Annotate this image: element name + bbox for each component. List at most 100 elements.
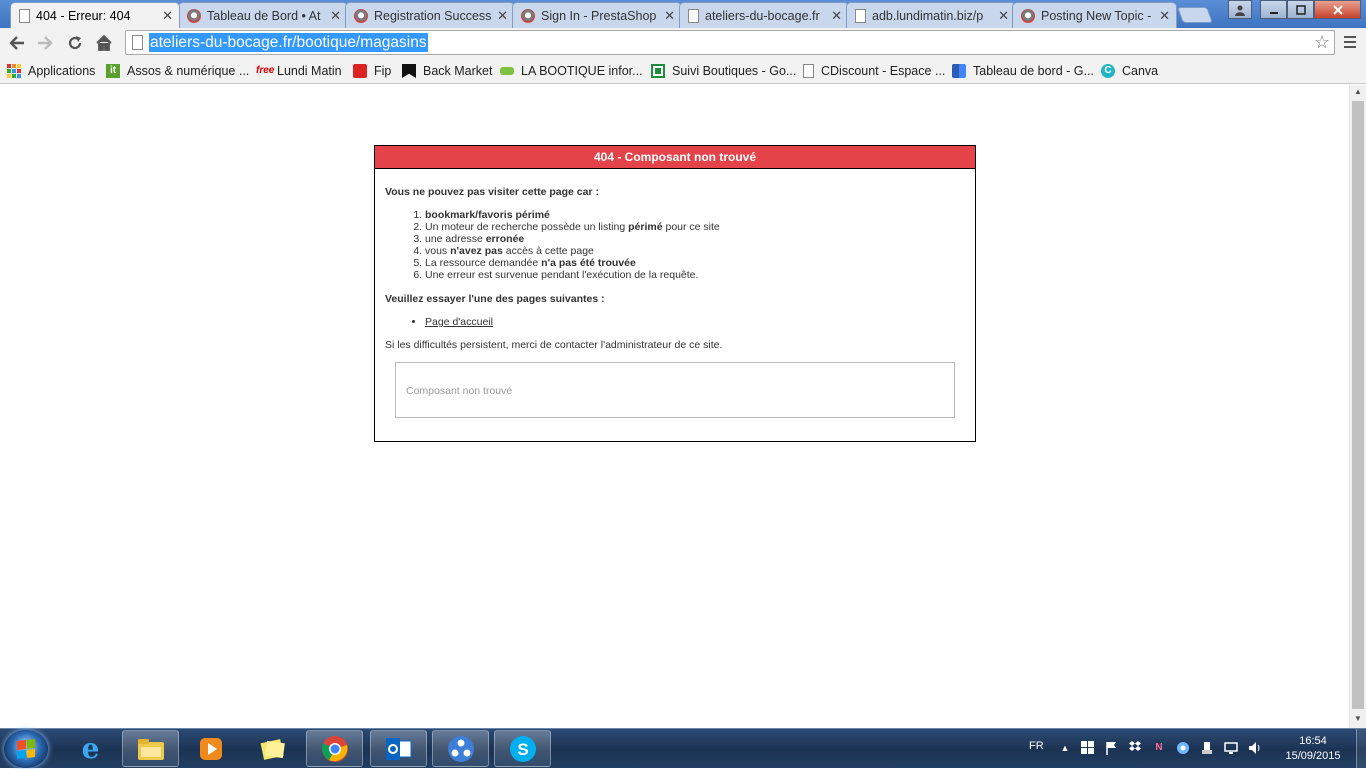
url-text[interactable]: ateliers-du-bocage.fr/bootique/magasins bbox=[149, 33, 428, 52]
bookmark-label: CDiscount - Espace ... bbox=[821, 64, 946, 78]
tab-active[interactable]: 404 - Erreur: 404 ✕ bbox=[10, 2, 180, 28]
close-icon[interactable]: ✕ bbox=[497, 8, 508, 24]
bookmark-suivi-boutiques[interactable]: Suivi Boutiques - Go... bbox=[651, 62, 796, 80]
page-icon bbox=[19, 8, 30, 23]
sticky-notes-icon[interactable] bbox=[244, 730, 301, 767]
bookmark-canva[interactable]: C Canva bbox=[1101, 62, 1158, 80]
forum-icon bbox=[521, 8, 535, 23]
windows-logo-icon bbox=[17, 739, 35, 759]
dropbox-icon[interactable] bbox=[1128, 741, 1142, 755]
scroll-thumb[interactable] bbox=[1352, 101, 1364, 709]
it-icon: it bbox=[106, 64, 120, 78]
bookmark-bootique[interactable]: LA BOOTIQUE infor... bbox=[500, 62, 643, 80]
tab-title: Registration Success bbox=[374, 8, 492, 23]
page-viewport: 404 - Composant non trouvé Vous ne pouve… bbox=[0, 85, 1349, 728]
scroll-up-icon[interactable]: ▲ bbox=[1350, 87, 1366, 99]
vertical-scrollbar[interactable]: ▲ ▼ bbox=[1349, 85, 1366, 728]
menu-icon[interactable] bbox=[1340, 31, 1360, 53]
close-icon[interactable]: ✕ bbox=[664, 8, 675, 24]
canva-icon: C bbox=[1101, 64, 1115, 78]
page-icon bbox=[855, 8, 866, 23]
skype-icon[interactable]: S bbox=[494, 730, 551, 767]
bookmark-label: Assos & numérique ... bbox=[127, 64, 250, 78]
tab[interactable]: Tableau de Bord • At ✕ bbox=[178, 2, 348, 28]
user-profile-icon[interactable] bbox=[1228, 0, 1252, 19]
back-button[interactable] bbox=[6, 32, 28, 54]
close-icon[interactable]: ✕ bbox=[831, 8, 842, 24]
usb-device-icon[interactable] bbox=[1200, 741, 1214, 755]
volume-icon[interactable] bbox=[1248, 741, 1262, 755]
bootique-icon bbox=[500, 67, 514, 75]
start-button[interactable] bbox=[4, 730, 48, 768]
pages-list: Page d'accueil bbox=[425, 316, 965, 328]
tab-title: Posting New Topic - bbox=[1041, 8, 1152, 23]
bookmark-fip[interactable]: Fip bbox=[353, 62, 391, 80]
list-item: Une erreur est survenue pendant l'exécut… bbox=[425, 269, 965, 281]
network-app-icon[interactable] bbox=[432, 730, 489, 767]
bookmark-tableau-de-bord[interactable]: Tableau de bord - G... bbox=[952, 62, 1094, 80]
maximize-button[interactable] bbox=[1287, 0, 1314, 19]
bookmark-label: Applications bbox=[28, 64, 96, 78]
taskbar: e S FR ▲ N 16:54 15/09/2015 bbox=[0, 728, 1366, 769]
internet-explorer-icon[interactable]: e bbox=[62, 730, 119, 767]
list-item: Page d'accueil bbox=[425, 316, 965, 328]
chrome-icon[interactable] bbox=[306, 730, 363, 767]
system-tray: FR ▲ N 16:54 15/09/2015 bbox=[1020, 729, 1366, 769]
tab[interactable]: adb.lundimatin.biz/p ✕ bbox=[846, 2, 1016, 28]
scroll-down-icon[interactable]: ▼ bbox=[1350, 714, 1366, 726]
show-desktop-button[interactable] bbox=[1356, 729, 1366, 769]
tab[interactable]: Registration Success ✕ bbox=[345, 2, 515, 28]
address-bar[interactable]: ateliers-du-bocage.fr/bootique/magasins … bbox=[125, 30, 1335, 55]
tab[interactable]: Posting New Topic - ✕ bbox=[1012, 2, 1177, 28]
clock[interactable]: 16:54 15/09/2015 bbox=[1282, 734, 1344, 764]
forum-icon bbox=[1021, 8, 1035, 23]
radio-icon bbox=[353, 64, 367, 78]
bookmark-label: Tableau de bord - G... bbox=[973, 64, 1094, 78]
tab-title: Sign In - PrestaShop bbox=[541, 8, 657, 23]
file-explorer-icon[interactable] bbox=[122, 730, 179, 767]
clock-time: 16:54 bbox=[1299, 735, 1327, 747]
error-body: Vous ne pouvez pas visiter cette page ca… bbox=[375, 169, 975, 418]
outlook-icon[interactable] bbox=[370, 730, 427, 767]
dashboard-icon bbox=[952, 64, 966, 78]
bookmark-lundi-matin[interactable]: free Lundi Matin bbox=[256, 62, 342, 80]
bookmark-cdiscount[interactable]: CDiscount - Espace ... bbox=[803, 62, 945, 80]
new-tab-button[interactable] bbox=[1177, 7, 1213, 23]
home-page-link[interactable]: Page d'accueil bbox=[425, 316, 493, 328]
tab[interactable]: Sign In - PrestaShop ✕ bbox=[512, 2, 682, 28]
back-market-icon bbox=[402, 64, 416, 78]
error-lead: Vous ne pouvez pas visiter cette page ca… bbox=[385, 186, 599, 198]
forward-button[interactable] bbox=[34, 32, 56, 54]
tab-title: 404 - Erreur: 404 bbox=[36, 8, 131, 23]
bookmark-assos[interactable]: it Assos & numérique ... bbox=[106, 62, 249, 80]
close-icon[interactable]: ✕ bbox=[1159, 8, 1170, 24]
close-icon[interactable]: ✕ bbox=[330, 8, 341, 24]
page-icon bbox=[132, 35, 143, 50]
bookmark-back-market[interactable]: Back Market bbox=[402, 62, 492, 80]
show-hidden-icons-icon[interactable]: ▲ bbox=[1058, 741, 1072, 755]
star-icon[interactable]: ☆ bbox=[1314, 32, 1330, 53]
windows-flag-icon[interactable] bbox=[1080, 741, 1094, 755]
close-icon[interactable]: ✕ bbox=[162, 8, 173, 24]
close-window-button[interactable] bbox=[1314, 0, 1361, 19]
tab[interactable]: ateliers-du-bocage.fr ✕ bbox=[679, 2, 849, 28]
bookmark-label: Lundi Matin bbox=[277, 64, 342, 78]
tab-strip: 404 - Erreur: 404 ✕ Tableau de Bord • At… bbox=[0, 0, 1366, 28]
reload-button[interactable] bbox=[64, 32, 86, 54]
onenote-icon[interactable]: N bbox=[1152, 741, 1166, 755]
home-button[interactable] bbox=[93, 32, 115, 54]
minimize-button[interactable] bbox=[1260, 0, 1287, 19]
close-icon[interactable]: ✕ bbox=[998, 8, 1009, 24]
bookmark-applications[interactable]: Applications bbox=[7, 62, 95, 80]
list-item: une adresse erronée bbox=[425, 233, 965, 245]
network-icon[interactable] bbox=[1224, 741, 1238, 755]
list-item: Un moteur de recherche possède un listin… bbox=[425, 221, 965, 233]
bookmark-label: Back Market bbox=[423, 64, 493, 78]
bookmark-label: Canva bbox=[1122, 64, 1159, 78]
media-player-icon[interactable] bbox=[182, 730, 239, 767]
error-message-box: Composant non trouvé bbox=[395, 362, 955, 418]
sync-icon[interactable] bbox=[1176, 741, 1190, 755]
language-indicator[interactable]: FR bbox=[1029, 740, 1044, 752]
bookmark-label: Fip bbox=[374, 64, 392, 78]
action-center-flag-icon[interactable] bbox=[1104, 741, 1118, 755]
